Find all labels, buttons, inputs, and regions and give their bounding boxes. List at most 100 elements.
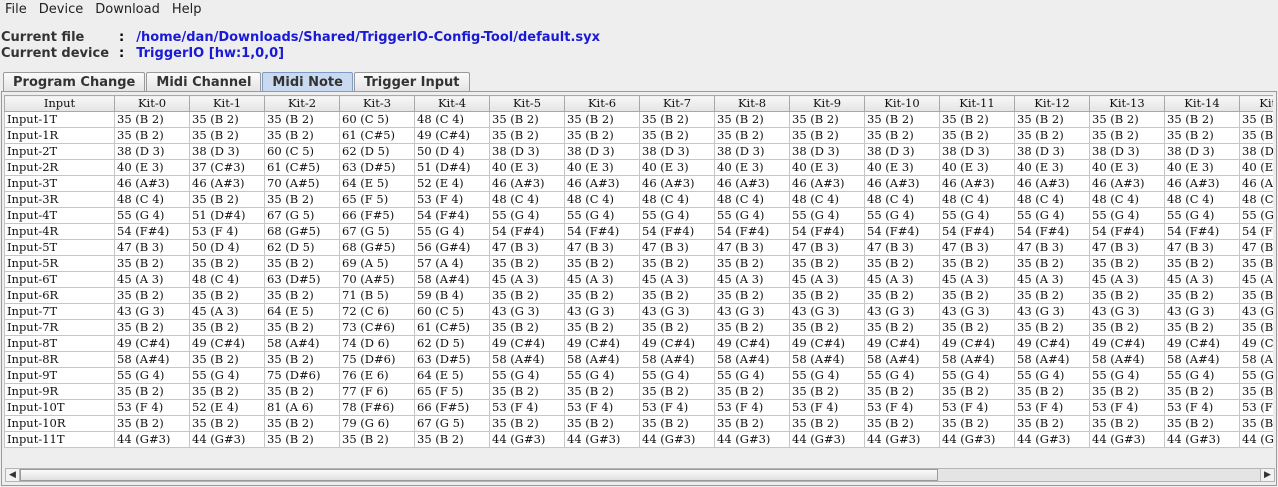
note-cell[interactable]: 35 (B 2): [1014, 415, 1090, 432]
note-cell[interactable]: 49 (C#4): [939, 335, 1015, 352]
note-cell[interactable]: 40 (E 3): [564, 159, 640, 176]
note-cell[interactable]: 52 (E 4): [414, 175, 490, 192]
note-cell[interactable]: 35 (B 2): [714, 111, 790, 128]
note-cell[interactable]: 35 (B 2): [1089, 255, 1165, 272]
note-cell[interactable]: 43 (G 3): [1239, 303, 1273, 320]
note-cell[interactable]: 47 (B 3): [939, 239, 1015, 256]
note-cell[interactable]: 48 (C 4): [789, 191, 865, 208]
note-cell[interactable]: 53 (F 4): [939, 399, 1015, 416]
note-cell[interactable]: 38 (D 3): [489, 143, 565, 160]
note-cell[interactable]: 51 (D#4): [189, 207, 265, 224]
tab-trigger-input[interactable]: Trigger Input: [353, 72, 470, 92]
note-cell[interactable]: 46 (A#3): [864, 175, 940, 192]
note-cell[interactable]: 35 (B 2): [939, 415, 1015, 432]
note-cell[interactable]: 35 (B 2): [189, 383, 265, 400]
note-cell[interactable]: 54 (F#4): [414, 207, 490, 224]
note-cell[interactable]: 35 (B 2): [114, 383, 190, 400]
note-cell[interactable]: 35 (B 2): [1014, 111, 1090, 128]
note-cell[interactable]: 35 (B 2): [639, 383, 715, 400]
note-cell[interactable]: 47 (B 3): [564, 239, 640, 256]
note-cell[interactable]: 64 (E 5): [339, 175, 415, 192]
menu-help[interactable]: Help: [166, 0, 208, 20]
note-cell[interactable]: 64 (E 5): [414, 367, 490, 384]
note-cell[interactable]: 48 (C 4): [864, 191, 940, 208]
note-cell[interactable]: 55 (G 4): [1239, 207, 1273, 224]
note-cell[interactable]: 49 (C#4): [1014, 335, 1090, 352]
note-cell[interactable]: 48 (C 4): [189, 271, 265, 288]
note-cell[interactable]: 44 (G#3): [1239, 431, 1273, 448]
note-cell[interactable]: 35 (B 2): [789, 319, 865, 336]
note-cell[interactable]: 35 (B 2): [1089, 127, 1165, 144]
note-cell[interactable]: 65 (F 5): [339, 191, 415, 208]
note-cell[interactable]: 61 (C#5): [264, 159, 340, 176]
note-cell[interactable]: 38 (D 3): [639, 143, 715, 160]
note-cell[interactable]: 35 (B 2): [564, 319, 640, 336]
note-cell[interactable]: 55 (G 4): [189, 367, 265, 384]
note-cell[interactable]: 58 (A#4): [1164, 351, 1240, 368]
note-cell[interactable]: 45 (A 3): [564, 271, 640, 288]
note-cell[interactable]: 35 (B 2): [864, 287, 940, 304]
note-cell[interactable]: 55 (G 4): [1089, 207, 1165, 224]
note-cell[interactable]: 44 (G#3): [114, 431, 190, 448]
note-cell[interactable]: 35 (B 2): [714, 383, 790, 400]
note-cell[interactable]: 35 (B 2): [864, 111, 940, 128]
note-cell[interactable]: 35 (B 2): [189, 319, 265, 336]
note-cell[interactable]: 55 (G 4): [864, 367, 940, 384]
note-cell[interactable]: 38 (D 3): [114, 143, 190, 160]
note-cell[interactable]: 44 (G#3): [1164, 431, 1240, 448]
note-cell[interactable]: 35 (B 2): [189, 351, 265, 368]
column-header-kit[interactable]: Kit-10: [864, 95, 940, 112]
note-cell[interactable]: 35 (B 2): [564, 127, 640, 144]
note-cell[interactable]: 35 (B 2): [1239, 287, 1273, 304]
note-cell[interactable]: 35 (B 2): [639, 255, 715, 272]
note-cell[interactable]: 35 (B 2): [714, 287, 790, 304]
note-cell[interactable]: 53 (F 4): [114, 399, 190, 416]
note-cell[interactable]: 35 (B 2): [1164, 415, 1240, 432]
note-cell[interactable]: 48 (C 4): [414, 111, 490, 128]
note-cell[interactable]: 55 (G 4): [789, 367, 865, 384]
menu-device[interactable]: Device: [33, 0, 89, 20]
note-cell[interactable]: 35 (B 2): [939, 287, 1015, 304]
note-cell[interactable]: 58 (A#4): [939, 351, 1015, 368]
note-cell[interactable]: 73 (C#6): [339, 319, 415, 336]
note-cell[interactable]: 40 (E 3): [1239, 159, 1273, 176]
note-cell[interactable]: 58 (A#4): [639, 351, 715, 368]
note-cell[interactable]: 54 (F#4): [489, 223, 565, 240]
note-cell[interactable]: 47 (B 3): [1089, 239, 1165, 256]
note-cell[interactable]: 35 (B 2): [264, 255, 340, 272]
tab-program-change[interactable]: Program Change: [3, 72, 146, 92]
note-cell[interactable]: 46 (A#3): [1089, 175, 1165, 192]
note-cell[interactable]: 38 (D 3): [1014, 143, 1090, 160]
note-cell[interactable]: 35 (B 2): [1239, 383, 1273, 400]
note-cell[interactable]: 45 (A 3): [189, 303, 265, 320]
note-cell[interactable]: 35 (B 2): [789, 255, 865, 272]
note-cell[interactable]: 35 (B 2): [489, 319, 565, 336]
note-cell[interactable]: 35 (B 2): [189, 191, 265, 208]
note-cell[interactable]: 35 (B 2): [1164, 111, 1240, 128]
note-cell[interactable]: 35 (B 2): [639, 111, 715, 128]
note-cell[interactable]: 55 (G 4): [1014, 207, 1090, 224]
note-cell[interactable]: 40 (E 3): [1164, 159, 1240, 176]
note-cell[interactable]: 48 (C 4): [114, 191, 190, 208]
note-cell[interactable]: 46 (A#3): [789, 175, 865, 192]
note-cell[interactable]: 68 (G#5): [339, 239, 415, 256]
note-cell[interactable]: 74 (D 6): [339, 335, 415, 352]
note-cell[interactable]: 44 (G#3): [639, 431, 715, 448]
note-cell[interactable]: 40 (E 3): [114, 159, 190, 176]
note-cell[interactable]: 35 (B 2): [564, 111, 640, 128]
note-cell[interactable]: 47 (B 3): [639, 239, 715, 256]
note-cell[interactable]: 69 (A 5): [339, 255, 415, 272]
note-cell[interactable]: 55 (G 4): [1089, 367, 1165, 384]
note-cell[interactable]: 35 (B 2): [1089, 415, 1165, 432]
note-cell[interactable]: 40 (E 3): [714, 159, 790, 176]
note-cell[interactable]: 35 (B 2): [189, 127, 265, 144]
note-cell[interactable]: 35 (B 2): [639, 287, 715, 304]
note-cell[interactable]: 35 (B 2): [639, 127, 715, 144]
note-cell[interactable]: 58 (A#4): [489, 351, 565, 368]
column-header-kit[interactable]: Kit-6: [564, 95, 640, 112]
note-cell[interactable]: 63 (D#5): [264, 271, 340, 288]
note-cell[interactable]: 45 (A 3): [489, 271, 565, 288]
note-cell[interactable]: 79 (G 6): [339, 415, 415, 432]
note-cell[interactable]: 50 (D 4): [189, 239, 265, 256]
note-cell[interactable]: 45 (A 3): [639, 271, 715, 288]
